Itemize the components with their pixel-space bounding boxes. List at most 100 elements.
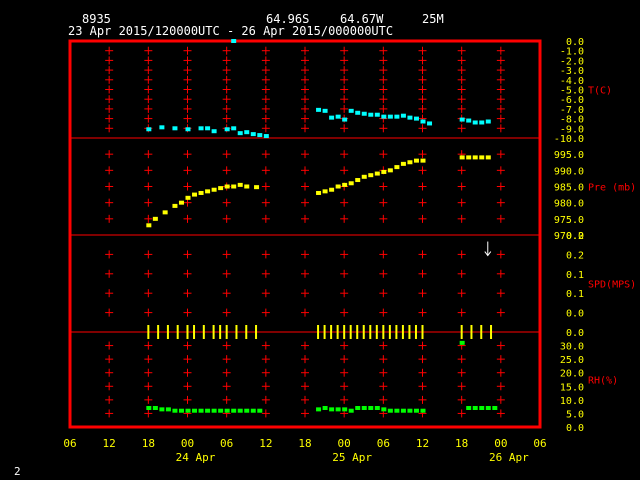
data-point-temp — [479, 120, 485, 125]
data-point-temp — [485, 119, 491, 124]
data-point-pres — [192, 192, 198, 197]
data-point-pres — [355, 178, 361, 183]
data-point-temp — [231, 126, 237, 131]
y-tick-label: 5.0 — [566, 409, 584, 420]
data-point-temp — [368, 112, 374, 117]
data-point-pres — [316, 190, 322, 195]
data-point-temp — [316, 107, 322, 112]
x-tick-label: 00 — [338, 437, 351, 450]
y-tick-label: 980.0 — [554, 199, 584, 210]
data-point-rh — [472, 406, 478, 410]
data-point-pres — [472, 155, 478, 160]
data-point-temp — [159, 125, 165, 130]
data-point-temp — [250, 132, 256, 137]
data-point-pres — [394, 165, 400, 170]
data-point-rh — [420, 408, 426, 413]
data-point-rh — [374, 406, 380, 410]
data-point-rh — [387, 408, 393, 413]
data-point-pres — [361, 174, 367, 179]
data-point-temp — [361, 111, 367, 116]
data-point-pres — [244, 184, 250, 189]
data-point-pres — [205, 189, 211, 194]
x-tick-label: 00 — [494, 437, 507, 450]
data-point-temp — [374, 112, 380, 117]
date-label: 26 Apr — [489, 451, 529, 464]
data-point-rh — [316, 407, 322, 412]
data-point-pres — [335, 184, 341, 189]
data-point-pres — [322, 189, 328, 194]
data-point-rh — [485, 406, 491, 410]
data-point-rh — [172, 408, 178, 413]
date-label: 24 Apr — [176, 451, 216, 464]
data-point-pres — [368, 173, 374, 178]
data-point-temp — [348, 108, 354, 113]
data-point-temp — [407, 115, 413, 120]
data-point-pres — [459, 155, 465, 160]
data-point-rh — [335, 407, 341, 412]
data-point-temp — [198, 126, 204, 131]
data-point-temp — [263, 134, 269, 139]
data-point-pres — [231, 184, 237, 189]
data-point-pres — [342, 182, 348, 187]
data-point-pres — [387, 168, 393, 173]
data-point-rh — [368, 406, 374, 410]
data-point-rh — [257, 408, 263, 413]
data-point-temp — [413, 116, 419, 121]
data-point-pres — [178, 200, 184, 205]
data-point-rh — [381, 407, 387, 412]
x-tick-label: 06 — [377, 437, 390, 450]
x-tick-label: 12 — [416, 437, 429, 450]
data-point-temp — [394, 114, 400, 119]
data-point-rh — [322, 406, 328, 410]
panel-label-temp: T(C) — [588, 86, 612, 97]
data-point-rh — [400, 408, 406, 413]
data-point-rh — [394, 408, 400, 413]
data-point-temp — [257, 133, 263, 138]
x-tick-label: 00 — [181, 437, 194, 450]
data-point-pres — [374, 171, 380, 176]
x-tick-label: 12 — [259, 437, 272, 450]
data-point-pres — [479, 155, 485, 160]
data-point-pres — [218, 186, 224, 191]
y-tick-label: 0.2 — [566, 231, 584, 242]
date-label: 25 Apr — [332, 451, 372, 464]
data-point-temp — [466, 118, 472, 123]
y-tick-label: 20.0 — [560, 369, 584, 380]
data-point-pres — [237, 182, 243, 187]
y-tick-label: -10.0 — [554, 134, 584, 145]
meteogram-chart: 0.0-1.0-2.0-3.0-4.0-5.0-6.0-7.0-8.0-9.0-… — [63, 37, 636, 464]
data-point-pres — [211, 187, 217, 192]
data-point-rh — [185, 408, 191, 413]
data-point-rh — [159, 407, 165, 412]
y-tick-label: 995.0 — [554, 150, 584, 161]
x-tick-label: 06 — [220, 437, 233, 450]
data-point-rh — [165, 407, 171, 412]
data-point-rh — [407, 408, 413, 413]
y-tick-label: 0.1 — [566, 289, 584, 300]
data-point-temp — [472, 120, 478, 125]
y-tick-label: 975.0 — [554, 215, 584, 226]
y-tick-label: 10.0 — [560, 396, 584, 407]
x-tick-label: 18 — [142, 437, 155, 450]
data-point-rh — [152, 406, 158, 410]
data-point-rh — [413, 408, 419, 413]
data-point-rh — [250, 408, 256, 413]
data-point-pres — [485, 155, 491, 160]
data-point-temp — [185, 127, 191, 132]
figure-number: 2 — [14, 465, 21, 478]
data-point-temp — [329, 115, 335, 120]
data-point-rh — [355, 406, 361, 410]
y-tick-label: 0.1 — [566, 270, 584, 281]
data-point-pres — [224, 184, 230, 189]
data-point-rh — [211, 408, 217, 413]
data-point-temp — [211, 129, 217, 134]
data-point-temp — [146, 127, 152, 132]
data-point-rh — [348, 408, 354, 413]
data-point-rh — [178, 408, 184, 413]
data-point-temp — [459, 117, 465, 122]
data-point-rh — [146, 406, 152, 410]
x-tick-label: 18 — [298, 437, 311, 450]
data-point-temp — [224, 127, 230, 132]
x-tick-label: 18 — [455, 437, 468, 450]
data-point-temp — [420, 119, 426, 124]
